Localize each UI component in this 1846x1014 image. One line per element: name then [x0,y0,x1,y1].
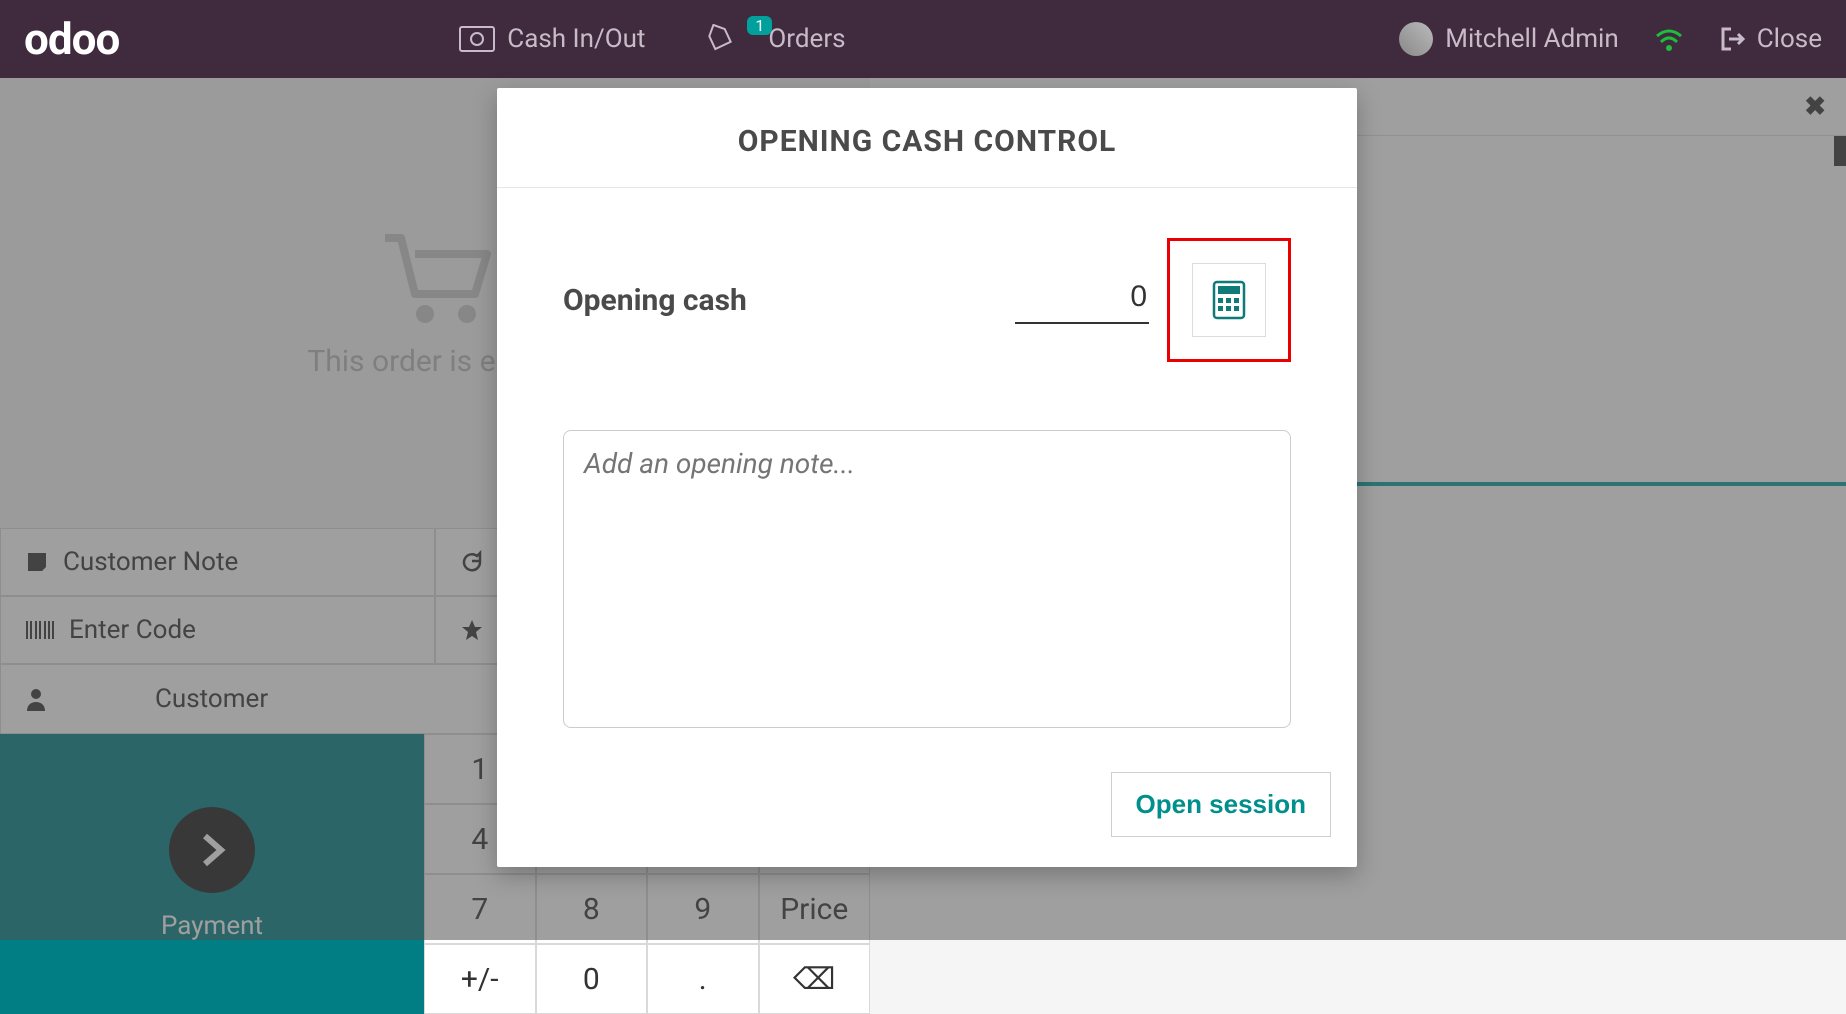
close-button[interactable]: Close [1719,24,1822,54]
wifi-icon [1653,26,1685,52]
modal-body: Opening cash [497,188,1357,752]
avatar [1399,22,1433,56]
opening-note-input[interactable] [563,430,1291,728]
modal-footer: Open session [497,752,1357,867]
calculator-button[interactable] [1192,263,1266,337]
calc-highlight [1167,238,1291,362]
opening-cash-row: Opening cash [563,238,1291,362]
orders[interactable]: 1 Orders [705,24,845,54]
num-0[interactable]: 0 [536,944,648,1014]
orders-label: Orders [768,24,845,54]
num-backspace[interactable]: ⌫ [759,944,871,1014]
tag-icon [705,24,735,54]
num-dot[interactable]: . [647,944,759,1014]
cash-in-out[interactable]: Cash In/Out [459,24,645,54]
user-name: Mitchell Admin [1445,24,1618,54]
open-session-button[interactable]: Open session [1111,772,1332,837]
user-menu[interactable]: Mitchell Admin [1399,22,1618,56]
cash-in-out-label: Cash In/Out [507,24,645,54]
topbar-right: Mitchell Admin Close [1399,22,1822,56]
opening-cash-input[interactable] [1015,276,1149,324]
num-sign[interactable]: +/- [424,944,536,1014]
signout-icon [1719,25,1747,53]
orders-badge: 1 [747,16,772,35]
calculator-icon [1212,280,1246,320]
opening-cash-label: Opening cash [563,283,997,318]
cash-icon [459,26,495,52]
modal-title: OPENING CASH CONTROL [497,88,1357,188]
logo[interactable]: odoo [24,13,119,65]
close-label: Close [1757,24,1822,54]
opening-cash-modal: OPENING CASH CONTROL Opening cash [497,88,1357,867]
topbar: odoo Cash In/Out 1 Orders Mitchell Admin… [0,0,1846,78]
